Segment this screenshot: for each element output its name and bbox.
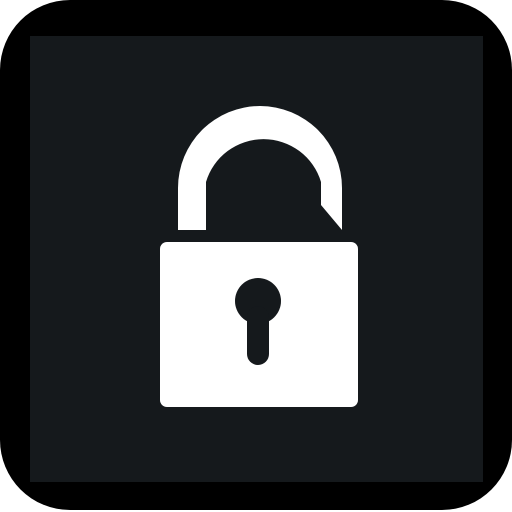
app-icon-graphic	[0, 0, 512, 510]
app-icon[interactable]	[0, 0, 512, 512]
